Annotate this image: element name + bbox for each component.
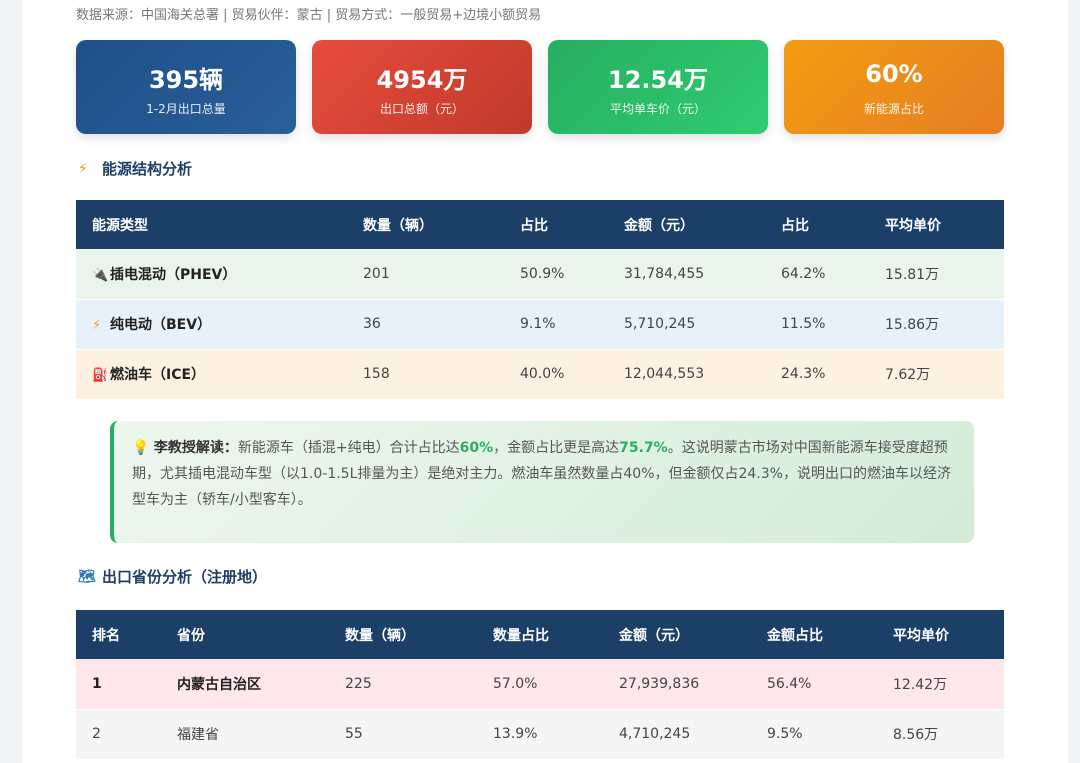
commentary-text: ，金额占比更是高达	[493, 440, 620, 456]
col-header: 数量占比	[477, 610, 603, 659]
card-value: 12.54万	[608, 66, 708, 94]
table-row: ⛽ 燃油车（ICE） 158 40.0% 12,044,553 24.3% 7.6…	[76, 349, 1004, 400]
col-header: 金额（元）	[603, 610, 751, 659]
fuel-pump-icon: ⛽	[92, 368, 109, 383]
card-label: 出口总额（元）	[379, 102, 464, 116]
col-header: 排名	[76, 610, 161, 659]
province-table: 排名 省份 数量（辆） 数量占比 金额（元） 金额占比 平均单价 1 内蒙古自治…	[76, 610, 1004, 760]
card-label: 1-2月出口总量	[146, 102, 226, 116]
commentary-highlight: 60%	[459, 440, 494, 456]
energy-type-label: 燃油车（ICE）	[110, 367, 206, 383]
avg-price-cell: 15.81万	[869, 249, 1004, 300]
amount-pct-cell: 24.3%	[765, 349, 869, 400]
col-header: 金额占比	[751, 610, 877, 659]
avg-price-cell: 7.62万	[869, 349, 1004, 400]
table-row: ⚡ 纯电动（BEV） 36 9.1% 5,710,245 11.5% 15.86万	[76, 299, 1004, 350]
province-cell: 福建省	[161, 709, 329, 760]
qty-pct-cell: 50.9%	[504, 249, 608, 300]
rank-cell: 2	[76, 709, 161, 760]
amount-cell: 31,784,455	[608, 249, 765, 300]
amount-cell: 4,710,245	[603, 709, 751, 760]
card-avg-price: 12.54万 平均单车价（元）	[548, 40, 768, 134]
amount-pct-cell: 56.4%	[751, 659, 877, 710]
amount-pct-cell: 9.5%	[751, 709, 877, 760]
table-row: 🔌 插电混动（PHEV） 201 50.9% 31,784,455 64.2% 1…	[76, 249, 1004, 300]
professor-commentary: 💡 李教授解读：新能源车（插混+纯电）合计占比达60%，金额占比更是高达75.7…	[110, 421, 974, 543]
section-title-text: 出口省份分析（注册地）	[102, 568, 268, 586]
commentary-text: 新能源车（插混+纯电）合计占比达	[237, 440, 460, 456]
qty-cell: 158	[347, 349, 504, 400]
amount-pct-cell: 11.5%	[765, 299, 869, 350]
commentary-highlight: 75.7%	[619, 440, 668, 456]
amount-cell: 5,710,245	[608, 299, 765, 350]
lightning-icon: ⚡	[78, 160, 88, 177]
amount-pct-cell: 64.2%	[765, 249, 869, 300]
card-total-amount: 4954万 出口总额（元）	[312, 40, 532, 134]
commentary-lead: 李教授解读：	[153, 440, 238, 456]
energy-type-cell: ⛽ 燃油车（ICE）	[76, 349, 347, 400]
card-value: 395辆	[148, 66, 224, 94]
col-header: 占比	[765, 200, 869, 249]
qty-pct-cell: 9.1%	[504, 299, 608, 350]
avg-price-cell: 8.56万	[877, 709, 1004, 760]
summary-cards: 395辆 1-2月出口总量 4954万 出口总额（元） 12.54万 平均单车价…	[76, 40, 1004, 134]
card-total-volume: 395辆 1-2月出口总量	[76, 40, 296, 134]
qty-pct-cell: 13.9%	[477, 709, 603, 760]
qty-cell: 55	[329, 709, 477, 760]
col-header: 平均单价	[877, 610, 1004, 659]
qty-cell: 225	[329, 659, 477, 710]
card-nev-share: 60% 新能源占比	[784, 40, 1004, 134]
col-header: 省份	[161, 610, 329, 659]
rank-cell: 1	[76, 659, 161, 710]
energy-type-cell: ⚡ 纯电动（BEV）	[76, 299, 347, 350]
data-source-line: 数据来源：中国海关总署 | 贸易伙伴：蒙古 | 贸易方式：一般贸易+边境小额贸易	[76, 8, 542, 23]
card-label: 平均单车价（元）	[609, 102, 706, 116]
col-header: 金额（元）	[608, 200, 765, 249]
avg-price-cell: 15.86万	[869, 299, 1004, 350]
col-header: 数量（辆）	[329, 610, 477, 659]
table-header-row: 能源类型 数量（辆） 占比 金额（元） 占比 平均单价	[76, 200, 1004, 249]
col-header: 数量（辆）	[347, 200, 504, 249]
table-row: 2 福建省 55 13.9% 4,710,245 9.5% 8.56万	[76, 709, 1004, 760]
energy-table: 能源类型 数量（辆） 占比 金额（元） 占比 平均单价 🔌 插电混动（PHEV） …	[76, 200, 1004, 400]
card-label: 新能源占比	[863, 102, 924, 116]
avg-price-cell: 12.42万	[877, 659, 1004, 710]
plug-icon: 🔌	[92, 267, 109, 283]
qty-pct-cell: 40.0%	[504, 349, 608, 400]
lightbulb-icon: 💡	[132, 440, 150, 456]
qty-pct-cell: 57.0%	[477, 659, 603, 710]
lightning-icon: ⚡	[92, 318, 102, 333]
report-page: 数据来源：中国海关总署 | 贸易伙伴：蒙古 | 贸易方式：一般贸易+边境小额贸易…	[22, 0, 1068, 763]
col-header: 能源类型	[76, 200, 347, 249]
province-section-title: 🗺 出口省份分析（注册地）	[78, 566, 267, 587]
table-header-row: 排名 省份 数量（辆） 数量占比 金额（元） 金额占比 平均单价	[76, 610, 1004, 659]
amount-cell: 27,939,836	[603, 659, 751, 710]
col-header: 占比	[504, 200, 608, 249]
qty-cell: 36	[347, 299, 504, 350]
energy-type-label: 插电混动（PHEV）	[110, 266, 237, 283]
qty-cell: 201	[347, 249, 504, 300]
energy-type-label: 纯电动（BEV）	[110, 317, 212, 333]
amount-cell: 12,044,553	[608, 349, 765, 400]
table-row: 1 内蒙古自治区 225 57.0% 27,939,836 56.4% 12.4…	[76, 659, 1004, 710]
col-header: 平均单价	[869, 200, 1004, 249]
card-value: 60%	[865, 60, 923, 88]
energy-section-title: ⚡ 能源结构分析	[78, 158, 192, 179]
province-cell: 内蒙古自治区	[161, 659, 329, 710]
map-icon: 🗺	[78, 568, 96, 585]
energy-type-cell: 🔌 插电混动（PHEV）	[76, 249, 347, 300]
card-value: 4954万	[376, 66, 468, 94]
section-title-text: 能源结构分析	[102, 160, 193, 178]
